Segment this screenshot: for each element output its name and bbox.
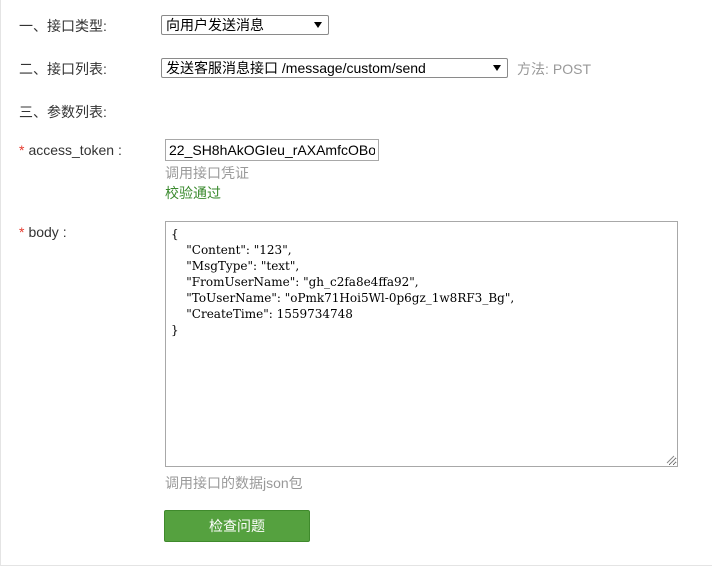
- access-token-label-row: * access_token :: [19, 142, 122, 158]
- interface-list-select[interactable]: 发送客服消息接口 /message/custom/send: [161, 58, 508, 78]
- access-token-status: 校验通过: [165, 185, 221, 201]
- form-panel: 一、接口类型: 向用户发送消息 二、接口列表: 发送客服消息接口 /messag…: [0, 0, 712, 566]
- body-label-row: * body :: [19, 224, 67, 240]
- body-hint: 调用接口的数据json包: [165, 475, 303, 491]
- required-mark: *: [19, 142, 25, 158]
- body-textarea[interactable]: { "Content": "123", "MsgType": "text", "…: [165, 221, 678, 467]
- method-info: 方法: POST: [517, 59, 591, 79]
- method-label: 方法:: [517, 61, 549, 77]
- interface-list-label: 二、接口列表:: [19, 61, 107, 77]
- interface-type-label: 一、接口类型:: [19, 18, 107, 34]
- required-mark: *: [19, 224, 25, 240]
- access-token-hint: 调用接口凭证: [165, 165, 249, 181]
- interface-type-select[interactable]: 向用户发送消息: [161, 15, 329, 35]
- access-token-input[interactable]: [165, 139, 379, 161]
- access-token-label: access_token :: [28, 142, 122, 158]
- params-label: 三、参数列表:: [19, 104, 107, 120]
- body-label: body :: [28, 224, 67, 240]
- check-problem-button[interactable]: 检查问题: [164, 510, 310, 542]
- method-value: POST: [552, 61, 592, 77]
